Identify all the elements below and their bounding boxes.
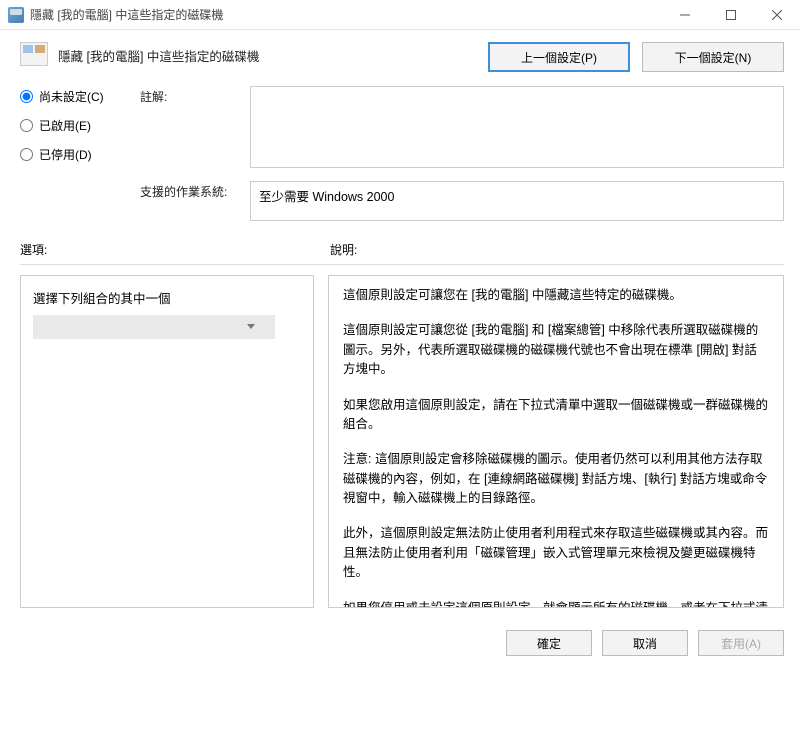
help-paragraph: 這個原則設定可讓您從 [我的電腦] 和 [檔案總管] 中移除代表所選取磁碟機的圖… <box>343 321 769 379</box>
maximize-button[interactable] <box>708 0 754 30</box>
policy-icon <box>20 42 48 66</box>
help-paragraph: 如果您停用或未設定這個原則設定，就會顯示所有的磁碟機，或者在下拉式清單中選取 [… <box>343 599 769 609</box>
options-label: 選項: <box>20 241 330 258</box>
options-panel: 選擇下列組合的其中一個 <box>20 275 314 608</box>
radio-not-configured-label: 尚未設定(C) <box>39 88 104 105</box>
help-label: 說明: <box>330 241 357 258</box>
supported-os-label: 支援的作業系統: <box>140 181 240 221</box>
radio-disabled-input[interactable] <box>20 148 33 161</box>
radio-enabled-label: 已啟用(E) <box>39 117 91 134</box>
supported-os-value: 至少需要 Windows 2000 <box>259 190 394 204</box>
window-controls <box>662 0 800 30</box>
help-paragraph: 注意: 這個原則設定會移除磁碟機的圖示。使用者仍然可以利用其他方法存取磁碟機的內… <box>343 450 769 508</box>
chevron-down-icon <box>247 324 255 330</box>
help-paragraph: 如果您啟用這個原則設定，請在下拉式清單中選取一個磁碟機或一群磁碟機的組合。 <box>343 396 769 435</box>
help-paragraph: 此外，這個原則設定無法防止使用者利用程式來存取這些磁碟機或其內容。而且無法防止使… <box>343 524 769 582</box>
titlebar: 隱藏 [我的電腦] 中這些指定的磁碟機 <box>0 0 800 30</box>
apply-button: 套用(A) <box>698 630 784 656</box>
drive-combo[interactable] <box>33 315 275 339</box>
radio-disabled[interactable]: 已停用(D) <box>20 146 130 163</box>
panel-labels: 選項: 說明: <box>20 241 784 258</box>
close-button[interactable] <box>754 0 800 30</box>
radio-enabled[interactable]: 已啟用(E) <box>20 117 130 134</box>
radio-not-configured-input[interactable] <box>20 90 33 103</box>
next-setting-button[interactable]: 下一個設定(N) <box>642 42 784 72</box>
footer: 確定 取消 套用(A) <box>0 618 800 668</box>
help-paragraph: 這個原則設定可讓您在 [我的電腦] 中隱藏這些特定的磁碟機。 <box>343 286 769 305</box>
ok-button[interactable]: 確定 <box>506 630 592 656</box>
comment-label: 註解: <box>140 86 240 175</box>
radio-not-configured[interactable]: 尚未設定(C) <box>20 88 130 105</box>
content-area: 隱藏 [我的電腦] 中這些指定的磁碟機 上一個設定(P) 下一個設定(N) 尚未… <box>0 30 800 618</box>
window-title: 隱藏 [我的電腦] 中這些指定的磁碟機 <box>30 6 662 23</box>
panels-row: 選擇下列組合的其中一個 這個原則設定可讓您在 [我的電腦] 中隱藏這些特定的磁碟… <box>20 264 784 608</box>
supported-os-box: 至少需要 Windows 2000 <box>250 181 784 221</box>
settings-grid: 尚未設定(C) 已啟用(E) 已停用(D) 註解: 支援的作業系統: 至少需要 … <box>20 86 784 221</box>
header-row: 隱藏 [我的電腦] 中這些指定的磁碟機 上一個設定(P) 下一個設定(N) <box>20 42 784 72</box>
cancel-button[interactable]: 取消 <box>602 630 688 656</box>
supported-os-cell: 至少需要 Windows 2000 <box>250 181 784 221</box>
radio-group: 尚未設定(C) 已啟用(E) 已停用(D) <box>20 86 130 175</box>
minimize-button[interactable] <box>662 0 708 30</box>
comment-cell <box>250 86 784 175</box>
app-icon <box>8 7 24 23</box>
nav-buttons: 上一個設定(P) 下一個設定(N) <box>488 42 784 72</box>
previous-setting-button[interactable]: 上一個設定(P) <box>488 42 630 72</box>
combo-label: 選擇下列組合的其中一個 <box>33 288 301 307</box>
radio-disabled-label: 已停用(D) <box>39 146 92 163</box>
radio-enabled-input[interactable] <box>20 119 33 132</box>
comment-textarea[interactable] <box>250 86 784 168</box>
help-panel[interactable]: 這個原則設定可讓您在 [我的電腦] 中隱藏這些特定的磁碟機。 這個原則設定可讓您… <box>328 275 784 608</box>
policy-title: 隱藏 [我的電腦] 中這些指定的磁碟機 <box>58 42 478 65</box>
